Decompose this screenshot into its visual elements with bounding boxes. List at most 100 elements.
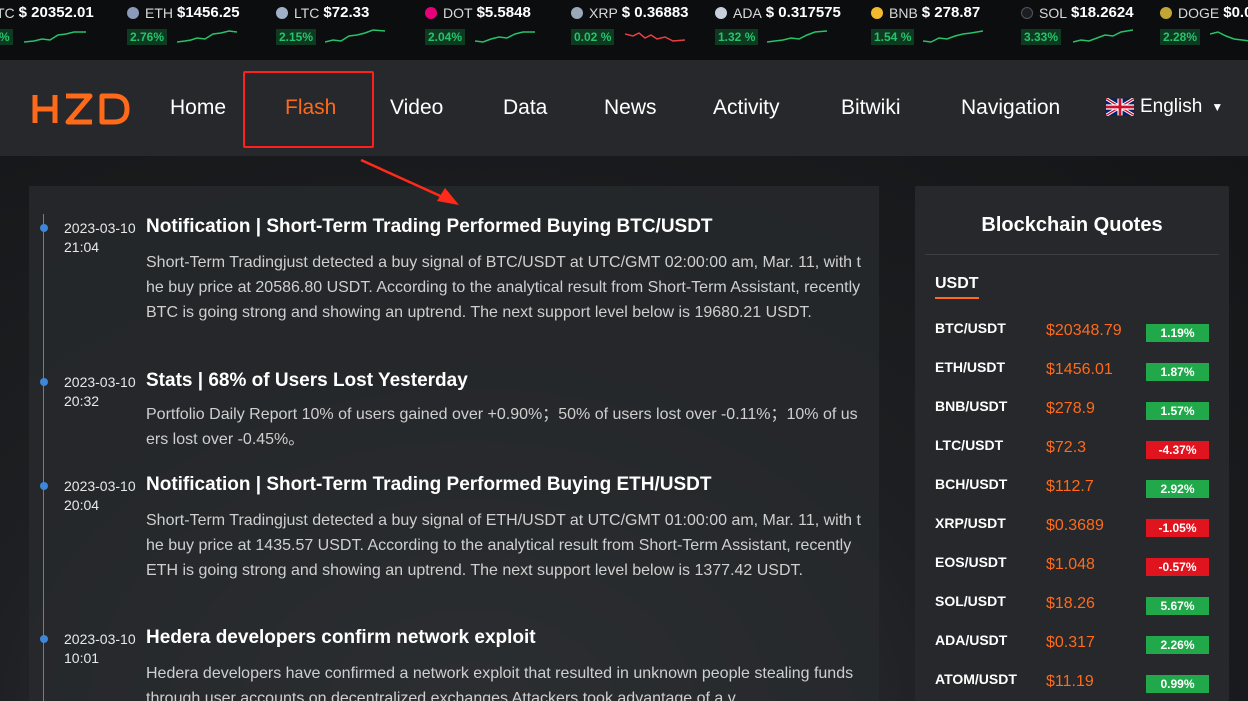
bnb-icon: [871, 6, 883, 19]
ticker-symbol: DOGE: [1178, 4, 1220, 21]
quote-pair: XRP/USDT: [935, 515, 1006, 531]
quote-change: 2.26%: [1146, 636, 1209, 654]
ticker-sparkline: [923, 30, 983, 43]
feed-title[interactable]: Hedera developers confirm network exploi…: [146, 627, 536, 649]
quote-row[interactable]: SOL/USDT $18.26 5.67%: [915, 593, 1229, 617]
blockchain-quotes-panel: Blockchain Quotes USDT BTC/USDT $20348.7…: [915, 186, 1229, 701]
timeline-dot: [40, 378, 48, 386]
xrp-icon: [571, 6, 583, 19]
ticker-sparkline: [1073, 29, 1133, 43]
feed-body: Short-Term Tradingjust detected a buy si…: [146, 254, 861, 321]
ticker-price: $72.33: [323, 4, 370, 21]
quote-change: 0.99%: [1146, 675, 1209, 693]
ticker-symbol: DOT: [443, 4, 473, 21]
quote-row[interactable]: ADA/USDT $0.317 2.26%: [915, 632, 1229, 656]
doge-icon: [1160, 6, 1172, 19]
ticker-price: $ 0.317575: [765, 4, 841, 21]
feed-body: Short-Term Tradingjust detected a buy si…: [146, 512, 861, 579]
quote-change: 1.87%: [1146, 363, 1209, 381]
quote-pair: SOL/USDT: [935, 593, 1006, 609]
quote-price: $278.9: [1046, 400, 1095, 417]
ticker-symbol: ETH: [145, 4, 173, 21]
quote-price: $18.26: [1046, 595, 1095, 612]
ticker-sparkline: [24, 31, 86, 43]
quote-row[interactable]: ETH/USDT $1456.01 1.87%: [915, 359, 1229, 383]
site-header: Home Flash Video Data News Activity Bitw…: [0, 60, 1248, 156]
ticker-change: %: [0, 29, 13, 45]
nav-home[interactable]: Home: [170, 96, 226, 120]
quote-row[interactable]: BCH/USDT $112.7 2.92%: [915, 476, 1229, 500]
feed-body: Hedera developers have confirmed a netwo…: [146, 665, 854, 701]
feed-title[interactable]: Notification | Short-Term Trading Perfor…: [146, 474, 712, 496]
quote-pair: EOS/USDT: [935, 554, 1007, 570]
ticker-price: $ 20352.01: [18, 4, 94, 21]
quote-pair: ETH/USDT: [935, 359, 1005, 375]
tab-usdt[interactable]: USDT: [935, 275, 979, 299]
nav-bitwiki[interactable]: Bitwiki: [841, 96, 901, 120]
quote-row[interactable]: XRP/USDT $0.3689 -1.05%: [915, 515, 1229, 539]
quote-change: 5.67%: [1146, 597, 1209, 615]
hzd-logo[interactable]: [32, 93, 130, 125]
quote-row[interactable]: LTC/USDT $72.3 -4.37%: [915, 437, 1229, 461]
quote-change: 2.92%: [1146, 480, 1209, 498]
quote-pair: ATOM/USDT: [935, 671, 1017, 687]
ticker-symbol: ADA: [733, 4, 762, 21]
sol-icon: [1021, 6, 1033, 19]
eth-icon: [127, 6, 139, 19]
quote-price: $1456.01: [1046, 361, 1113, 378]
timeline-dot: [40, 224, 48, 232]
ticker-symbol: SOL: [1039, 4, 1068, 21]
ticker-sparkline: [325, 29, 385, 43]
quote-change: 1.19%: [1146, 324, 1209, 342]
ticker-change: 2.04%: [425, 29, 466, 45]
ticker-change: 1.32 %: [715, 29, 759, 45]
ticker-change: 0.02 %: [571, 29, 615, 45]
divider: [925, 254, 1219, 255]
highlight-box: [243, 71, 374, 148]
quote-row[interactable]: BTC/USDT $20348.79 1.19%: [915, 320, 1229, 344]
quote-price: $11.19: [1046, 673, 1094, 690]
feed-date: 2023-03-10 20:32: [64, 374, 136, 409]
quote-price: $0.317: [1046, 634, 1095, 651]
flash-feed: 2023-03-10 21:04 Notification | Short-Te…: [29, 186, 879, 701]
nav-news[interactable]: News: [604, 96, 657, 120]
ticker-change: 2.76%: [127, 29, 168, 45]
chevron-down-icon: ▼: [1211, 100, 1224, 114]
quote-price: $112.7: [1046, 478, 1094, 495]
ticker-symbol: BNB: [889, 4, 918, 21]
quote-price: $20348.79: [1046, 322, 1122, 339]
feed-title[interactable]: Notification | Short-Term Trading Perfor…: [146, 216, 713, 238]
uk-flag-icon: [1106, 98, 1134, 116]
red-arrow-annotation: [360, 158, 459, 205]
quote-row[interactable]: ATOM/USDT $11.19 0.99%: [915, 671, 1229, 695]
nav-data[interactable]: Data: [503, 96, 547, 120]
quote-pair: BNB/USDT: [935, 398, 1008, 414]
price-ticker: TC $ 20352.01 % ETH $1456.25 2.76% LTC $72.…: [0, 0, 1248, 60]
ticker-change: 2.15%: [276, 29, 317, 45]
feed-date: 2023-03-10 20:04: [64, 478, 136, 513]
nav-activity[interactable]: Activity: [713, 96, 780, 120]
ticker-price: $ 0.36883: [621, 4, 689, 21]
quote-pair: BCH/USDT: [935, 476, 1008, 492]
timeline-dot: [40, 482, 48, 490]
nav-navigation[interactable]: Navigation: [961, 96, 1060, 120]
quote-change: -0.57%: [1146, 558, 1209, 576]
nav-video[interactable]: Video: [390, 96, 443, 120]
quote-row[interactable]: EOS/USDT $1.048 -0.57%: [915, 554, 1229, 578]
feed-title[interactable]: Stats | 68% of Users Lost Yesterday: [146, 370, 468, 392]
ticker-price: $0.0: [1223, 4, 1248, 21]
quote-row[interactable]: BNB/USDT $278.9 1.57%: [915, 398, 1229, 422]
language-selector[interactable]: English ▼: [1106, 96, 1223, 118]
ticker-symbol: XRP: [589, 4, 618, 21]
ltc-icon: [276, 6, 288, 19]
ticker-sparkline: [1210, 31, 1248, 42]
ticker-symbol: LTC: [294, 4, 320, 21]
ticker-price: $18.2624: [1071, 4, 1134, 21]
ticker-change: 2.28%: [1160, 29, 1201, 45]
ticker-price: $1456.25: [177, 4, 240, 21]
quote-pair: BTC/USDT: [935, 320, 1006, 336]
ticker-symbol: TC: [0, 4, 15, 21]
ticker-sparkline: [625, 32, 685, 42]
timeline-line: [43, 214, 44, 701]
ada-icon: [715, 6, 727, 19]
